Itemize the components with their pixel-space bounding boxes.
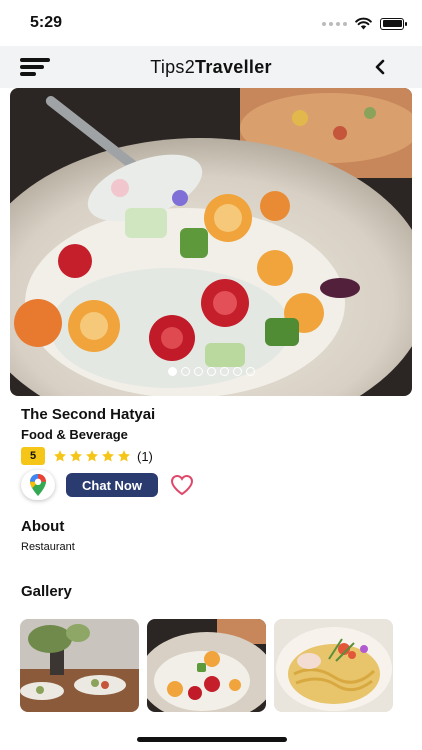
rating-badge: 5 [21, 447, 45, 465]
place-name: The Second Hatyai [21, 406, 156, 423]
gallery-item[interactable] [20, 619, 139, 712]
google-maps-button[interactable] [21, 470, 55, 500]
google-maps-icon [30, 474, 46, 496]
star-icon [54, 450, 66, 462]
status-time: 5:29 [30, 14, 63, 31]
star-icon [118, 450, 130, 462]
app-header: Tips2Traveller [0, 46, 422, 88]
gallery-image-noodles [274, 619, 393, 712]
heart-icon[interactable] [170, 474, 194, 496]
app-title-part1: Tips2 [150, 57, 196, 77]
gallery-heading: Gallery [21, 583, 72, 600]
gallery-item[interactable] [274, 619, 393, 712]
carousel-dot[interactable] [180, 367, 190, 376]
carousel-dot[interactable] [193, 367, 203, 376]
rating-row: 5 (1) [21, 447, 153, 465]
about-text: Restaurant [21, 541, 75, 553]
place-category: Food & Beverage [21, 427, 128, 442]
star-icon [86, 450, 98, 462]
gallery-image-salad [147, 619, 266, 712]
gallery-image-restaurant [20, 619, 139, 712]
carousel-dot[interactable] [245, 367, 255, 376]
action-row: Chat Now [21, 470, 194, 500]
hero-image-carousel[interactable] [10, 88, 412, 396]
star-rating [53, 449, 131, 463]
about-heading: About [21, 518, 65, 535]
battery-icon [380, 17, 407, 30]
signal-icon [322, 21, 347, 26]
carousel-dot[interactable] [232, 367, 242, 376]
status-bar: 5:29 [0, 0, 422, 46]
back-chevron-icon[interactable] [372, 59, 388, 75]
app-title-part2: Traveller [195, 57, 272, 77]
app-title: Tips2Traveller [0, 57, 422, 78]
star-icon [70, 450, 82, 462]
review-count: (1) [137, 448, 153, 464]
gallery-list [20, 619, 393, 712]
wifi-icon [355, 17, 372, 30]
home-indicator [137, 737, 287, 742]
chat-now-button[interactable]: Chat Now [66, 473, 158, 497]
carousel-dot[interactable] [167, 367, 177, 376]
hero-food-image [10, 88, 412, 396]
gallery-item[interactable] [147, 619, 266, 712]
star-icon [102, 450, 114, 462]
carousel-dot[interactable] [206, 367, 216, 376]
carousel-dots [10, 367, 412, 376]
status-icons [322, 17, 407, 30]
carousel-dot[interactable] [219, 367, 229, 376]
